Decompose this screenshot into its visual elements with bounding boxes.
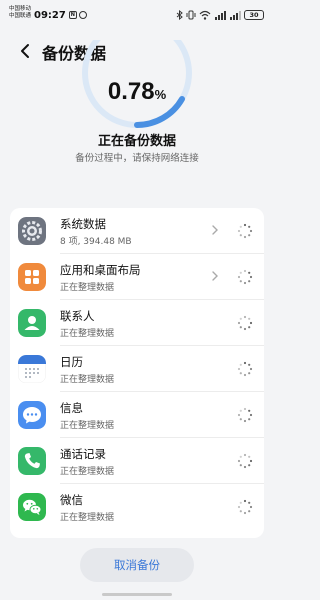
item-name: 日历 [60,355,83,369]
item-status: 正在整理数据 [60,513,115,523]
status-right: 30 [176,10,264,20]
backup-item-apps-layout[interactable]: 应用和桌面布局 正在整理数据 [10,254,264,300]
loading-spinner-icon [237,407,253,423]
item-status: 正在整理数据 [60,329,115,339]
progress-percent-sign: % [154,87,167,102]
vibrate-icon [186,10,196,20]
progress-percentage: 0.78% [0,78,274,106]
contacts-icon [18,309,46,337]
clock: 09:27 [34,10,66,21]
item-name: 信息 [60,401,83,415]
backup-item-system-data[interactable]: 系统数据 8 项, 394.48 MB [10,208,264,254]
signal-1-icon [215,11,226,20]
item-name: 通话记录 [60,447,106,461]
settings-gear-icon [18,217,46,245]
backup-status-title: 正在备份数据 [97,134,176,149]
wechat-icon [18,493,46,521]
loading-spinner-icon [237,361,253,377]
item-status: 正在整理数据 [60,467,115,477]
chevron-right-icon [212,225,218,235]
progress-number: 0.78 [107,78,155,105]
carrier-labels: 中国移动 中国联通 [9,6,31,20]
backup-item-calendar[interactable]: 日历 正在整理数据 [10,346,264,392]
home-indicator[interactable] [102,593,172,596]
notification-n-icon: N [68,11,77,19]
loading-spinner-icon [237,315,253,331]
notification-icons: N [68,11,87,19]
messages-icon [18,401,46,429]
item-name: 微信 [60,493,83,507]
loading-spinner-icon [237,223,253,239]
item-name: 应用和桌面布局 [60,263,141,277]
backup-item-messages[interactable]: 信息 正在整理数据 [10,392,264,438]
phone-icon [18,447,46,475]
loading-spinner-icon [237,499,253,515]
status-left: 中国移动 中国联通 09:27 N [9,6,87,21]
apps-grid-icon [18,263,46,291]
wifi-icon [199,10,211,20]
signal-2-icon [230,11,241,20]
backup-status-subtitle: 备份过程中，请保持网络连接 [75,153,199,164]
item-status: 8 项, 394.48 MB [60,237,132,247]
notification-app-icon [78,11,87,19]
back-arrow-icon[interactable] [18,43,32,59]
item-status: 正在整理数据 [60,375,115,385]
calendar-icon [18,355,46,383]
item-status: 正在整理数据 [60,421,115,431]
backup-item-call-log[interactable]: 通话记录 正在整理数据 [10,438,264,484]
item-name: 系统数据 [60,217,106,231]
item-name: 联系人 [60,309,95,323]
status-bar: 中国移动 中国联通 09:27 N 30 [0,0,274,30]
loading-spinner-icon [237,269,253,285]
carrier-1: 中国移动 [9,6,32,12]
battery-indicator: 30 [244,10,264,20]
backup-items-card: 系统数据 8 项, 394.48 MB 应用和桌面布局 正在整理数据 联系人 正… [10,208,264,538]
chevron-right-icon [212,271,218,281]
backup-item-wechat[interactable]: 微信 正在整理数据 [10,484,264,530]
item-status: 正在整理数据 [60,283,115,293]
bluetooth-icon [176,10,183,20]
backup-item-contacts[interactable]: 联系人 正在整理数据 [10,300,264,346]
carrier-2: 中国联通 [9,13,32,19]
loading-spinner-icon [237,453,253,469]
cancel-backup-button[interactable]: 取消备份 [80,548,194,582]
